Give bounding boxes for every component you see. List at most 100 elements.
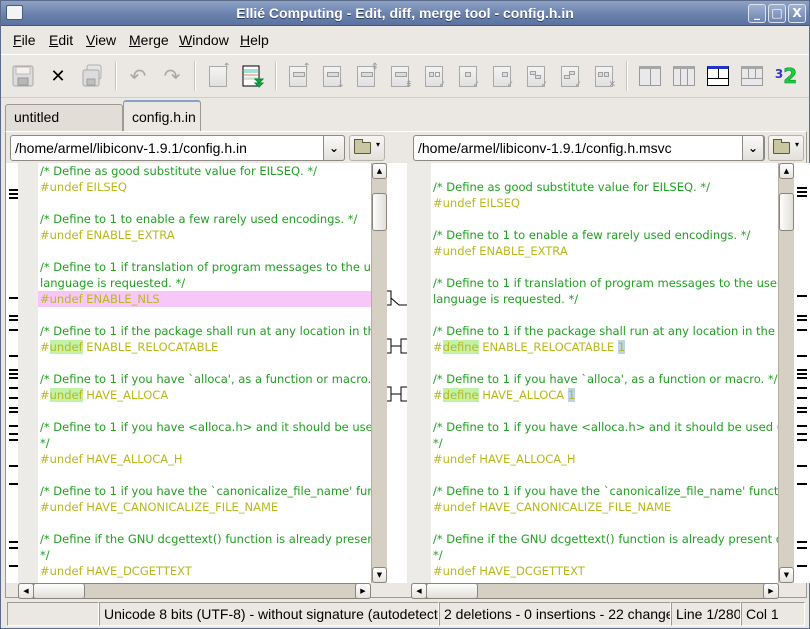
three-pane-layout-button[interactable] (672, 64, 696, 88)
three-pane-merge-layout-button[interactable] (740, 64, 764, 88)
comment-line: /* Define to 1 if you have the `canonica… (40, 484, 371, 498)
take-left-button[interactable]: ✓ (422, 64, 446, 90)
next-conflict-button[interactable]: ⇣ (320, 64, 345, 89)
preprocessor-line: #undef HAVE_ALLOCA (38, 387, 371, 403)
take-right-then-left-button[interactable]: ✓ (558, 64, 582, 90)
connector-change-1 (387, 338, 407, 354)
diff-overview-marker (797, 387, 807, 389)
scroll-thumb[interactable] (33, 583, 85, 599)
toolbar-separator (626, 61, 628, 91)
discard-change-button[interactable]: ✕ (592, 64, 616, 90)
scroll-right-button[interactable]: ▶ (763, 583, 779, 599)
scroll-up-button[interactable]: ▲ (779, 163, 794, 179)
caret-down-icon: ▾ (794, 140, 799, 149)
preprocessor-line: #undef HAVE_ALLOCA_H (40, 452, 183, 466)
right-file-path-combo[interactable]: /home/armel/libiconv-1.9.1/config.h.msvc (413, 135, 765, 161)
menu-view[interactable]: View (86, 32, 116, 48)
merge-result-layout-button[interactable] (706, 64, 730, 88)
status-column: Col 1 (741, 602, 805, 626)
right-path-dropdown-button[interactable]: ⌄ (742, 135, 764, 161)
scroll-thumb[interactable] (779, 193, 794, 231)
right-code-area[interactable]: /* Define as good substitute value for E… (431, 163, 779, 583)
undo-button[interactable]: ↶ (126, 64, 150, 88)
menu-help-label: elp (250, 32, 269, 48)
close-document-button[interactable]: ✕ (46, 64, 70, 88)
previous-conflict-button[interactable]: ⇡ (286, 62, 311, 88)
save-button[interactable] (11, 64, 35, 88)
menu-merge[interactable]: Merge (129, 32, 169, 48)
next-difference-button[interactable] (241, 64, 265, 88)
right-horizontal-scrollbar[interactable]: ◀ ▶ (411, 583, 779, 599)
take-center-button[interactable]: ✓ (456, 64, 480, 90)
two-pane-layout-button[interactable] (638, 64, 662, 88)
tab-untitled-document[interactable]: untitled document (5, 104, 123, 150)
scroll-left-button[interactable]: ◀ (411, 583, 427, 599)
scroll-left-button[interactable]: ◀ (18, 583, 34, 599)
toolbar: ✕ ↶ ↷ ⇡ ⇡ ⇣ ⇞ ⇟ ✓ ✓ ✓ ✓ ✓ ✕ 32 (1, 54, 809, 98)
menu-edit[interactable]: Edit (49, 32, 73, 48)
undo-icon: ↶ (129, 64, 147, 88)
diff-overview-marker (797, 187, 807, 189)
comment-line: /* Define to 1 if you have the `canonica… (433, 484, 779, 498)
comment-line: /* Define as good substitute value for E… (40, 164, 317, 178)
menu-help-mnemonic: H (240, 32, 251, 48)
scroll-right-button[interactable]: ▶ (355, 583, 371, 599)
scroll-up-button[interactable]: ▲ (372, 163, 387, 179)
comment-line: /* Define to 1 to enable a few rarely us… (433, 228, 751, 242)
first-change-button[interactable]: ⇞ (354, 62, 379, 88)
connector-change-2 (387, 386, 407, 402)
scroll-thumb[interactable] (372, 193, 387, 231)
right-vertical-scrollbar[interactable]: ▲ ▼ (778, 163, 794, 583)
scroll-thumb[interactable] (426, 583, 478, 599)
previous-difference-button[interactable]: ⇡ (206, 62, 231, 88)
right-diff-overview[interactable] (794, 163, 810, 583)
take-right-button[interactable]: ✓ (490, 64, 514, 90)
menu-help[interactable]: Help (240, 32, 269, 48)
connector-deletion (387, 290, 407, 306)
three-pane-merge-layout-icon (741, 66, 763, 86)
menu-file[interactable]: File (13, 32, 36, 48)
left-file-path-combo[interactable]: /home/armel/libiconv-1.9.1/config.h.in (10, 135, 345, 161)
left-open-file-button[interactable]: ▾ (349, 135, 385, 161)
comment-line: */ (40, 436, 50, 450)
redo-button[interactable]: ↷ (160, 64, 184, 88)
right-editor[interactable]: /* Define as good substitute value for E… (411, 163, 779, 583)
left-horizontal-scrollbar[interactable]: ◀ ▶ (18, 583, 371, 599)
take-left-then-right-button[interactable]: ✓ (524, 64, 548, 90)
left-path-dropdown-button[interactable]: ⌄ (323, 135, 345, 161)
last-change-button[interactable]: ⇟ (388, 64, 413, 89)
preprocessor-line: #undef ENABLE_EXTRA (433, 244, 568, 258)
left-code-area[interactable]: /* Define as good substitute value for E… (38, 163, 371, 583)
tab-config-h-in[interactable]: config.h.in (123, 100, 201, 131)
menu-window-mnemonic: W (179, 32, 193, 48)
left-vertical-scrollbar[interactable]: ▲ ▼ (371, 163, 387, 583)
scroll-down-button[interactable]: ▼ (779, 567, 794, 583)
menu-bar: File Edit View Merge Window Help (1, 27, 809, 53)
two-pane-layout-icon (639, 66, 661, 86)
right-open-file-button[interactable]: ▾ (768, 135, 804, 161)
status-bar: Unicode 8 bits (UTF-8) - without signatu… (1, 599, 809, 629)
two-way-three-way-toggle-button[interactable]: 32 (774, 64, 798, 89)
preprocessor-line: #undef HAVE_DCGETTEXT (40, 564, 192, 578)
diff-overview-marker (797, 483, 807, 485)
menu-window-label: indow (192, 32, 229, 48)
next-conflict-icon: ⇣ (323, 65, 345, 89)
scroll-down-button[interactable]: ▼ (372, 567, 387, 583)
comment-line: /* Define to 1 if the package shall run … (433, 324, 779, 338)
comment-line: /* Define to 1 if the package shall run … (40, 324, 371, 338)
save-all-button[interactable] (80, 64, 104, 88)
left-editor[interactable]: /* Define as good substitute value for E… (18, 163, 371, 583)
minimize-button[interactable]: _ (748, 4, 766, 23)
comment-line: */ (40, 548, 50, 562)
menu-window[interactable]: Window (179, 32, 229, 48)
close-window-button[interactable]: X (788, 4, 806, 23)
diff-overview-marker (797, 329, 807, 331)
toolbar-separator (194, 61, 196, 91)
maximize-button[interactable]: □ (768, 4, 786, 23)
